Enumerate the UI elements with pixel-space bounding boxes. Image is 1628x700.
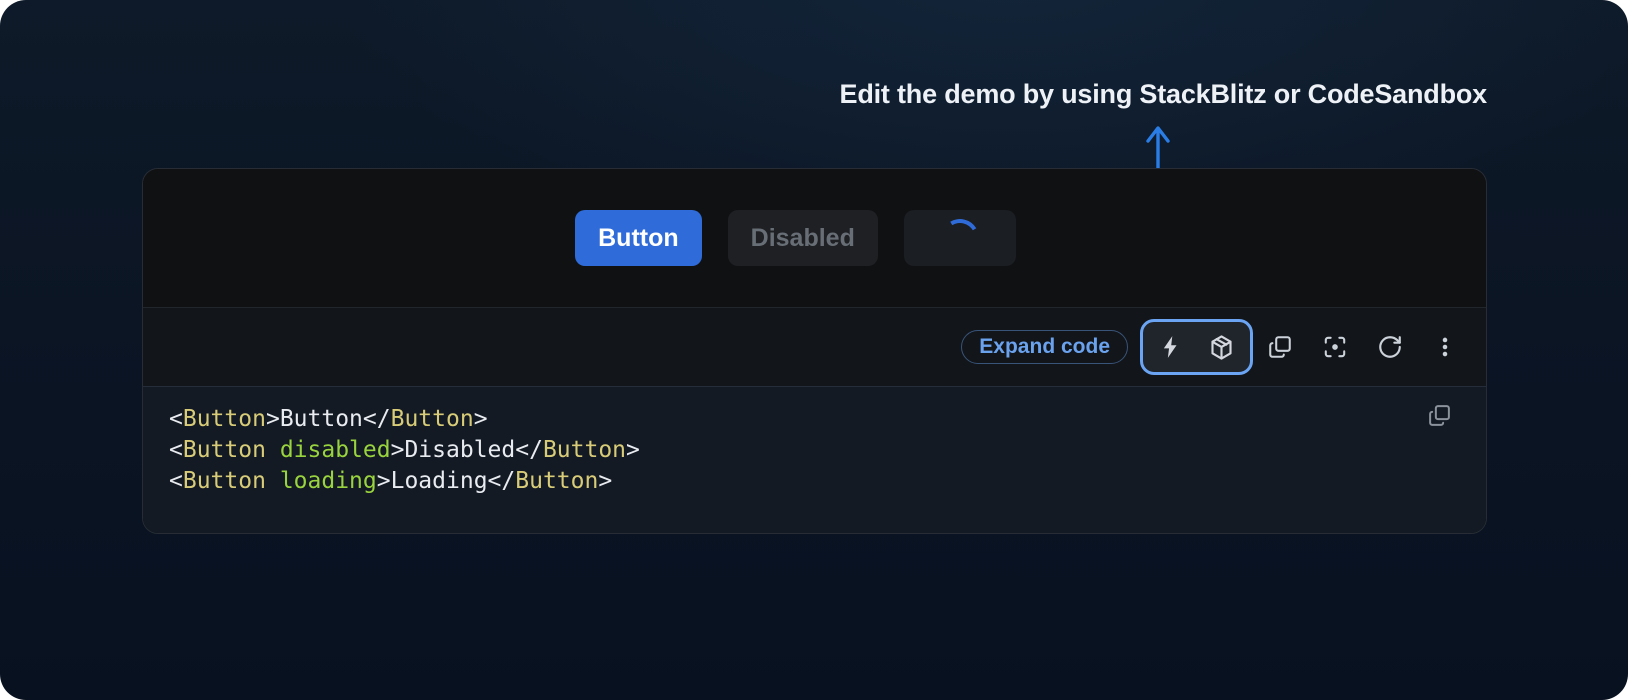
code-token: Loading	[391, 468, 488, 494]
code-token: Button	[391, 406, 474, 432]
code-token: Button	[280, 406, 363, 432]
arrowhead	[1148, 128, 1168, 141]
code-token	[266, 468, 280, 494]
code-token: </	[515, 437, 543, 463]
refresh-button[interactable]	[1377, 334, 1403, 360]
code-token: >	[266, 406, 280, 432]
code-token: <	[169, 468, 183, 494]
code-token: <	[169, 406, 183, 432]
code-token: Button	[183, 406, 266, 432]
more-options-button[interactable]	[1432, 334, 1458, 360]
disabled-button[interactable]: Disabled	[728, 210, 878, 266]
online-editor-group	[1140, 319, 1253, 375]
code-token: Button	[543, 437, 626, 463]
code-token: loading	[280, 468, 377, 494]
code-copy-button[interactable]	[1427, 403, 1452, 428]
code-token: <	[169, 437, 183, 463]
code-token: Button	[515, 468, 598, 494]
toolbar-icon-row	[1267, 334, 1458, 360]
codesandbox-icon	[1208, 334, 1235, 361]
expand-code-button[interactable]: Expand code	[961, 330, 1128, 364]
stackblitz-button[interactable]	[1158, 334, 1184, 360]
code-line: <Button loading>Loading</Button>	[169, 466, 1486, 497]
lightning-icon	[1158, 334, 1184, 360]
refresh-icon	[1377, 334, 1403, 360]
code-block: <Button>Button</Button><Button disabled>…	[143, 387, 1486, 533]
annotation-text: Edit the demo by using StackBlitz or Cod…	[840, 79, 1487, 110]
code-token: >	[377, 468, 391, 494]
code-token: >	[391, 437, 405, 463]
focus-center-button[interactable]	[1322, 334, 1348, 360]
code-token: </	[488, 468, 516, 494]
code-token: >	[474, 406, 488, 432]
loading-spinner-icon	[937, 215, 983, 261]
page-background: Edit the demo by using StackBlitz or Cod…	[0, 0, 1628, 700]
code-lines: <Button>Button</Button><Button disabled>…	[169, 404, 1486, 497]
copy-icon	[1267, 334, 1293, 360]
demo-button-row: Button Disabled	[575, 210, 1016, 266]
code-token: >	[598, 468, 612, 494]
code-token: </	[363, 406, 391, 432]
primary-button[interactable]: Button	[575, 210, 702, 266]
code-token: >	[626, 437, 640, 463]
code-line: <Button>Button</Button>	[169, 404, 1486, 435]
scan-icon	[1322, 334, 1348, 360]
copy-code-button[interactable]	[1267, 334, 1293, 360]
code-line: <Button disabled>Disabled</Button>	[169, 435, 1486, 466]
code-token: disabled	[280, 437, 391, 463]
kebab-icon	[1432, 334, 1458, 360]
codesandbox-button[interactable]	[1208, 334, 1235, 361]
code-token: Disabled	[404, 437, 515, 463]
copy-icon	[1427, 403, 1452, 428]
demo-card: Button Disabled Expand code	[142, 168, 1487, 534]
demo-preview: Button Disabled	[143, 169, 1486, 307]
code-token: Button	[183, 468, 266, 494]
code-token	[266, 437, 280, 463]
demo-toolbar: Expand code	[143, 307, 1486, 387]
loading-button[interactable]	[904, 210, 1016, 266]
code-token: Button	[183, 437, 266, 463]
